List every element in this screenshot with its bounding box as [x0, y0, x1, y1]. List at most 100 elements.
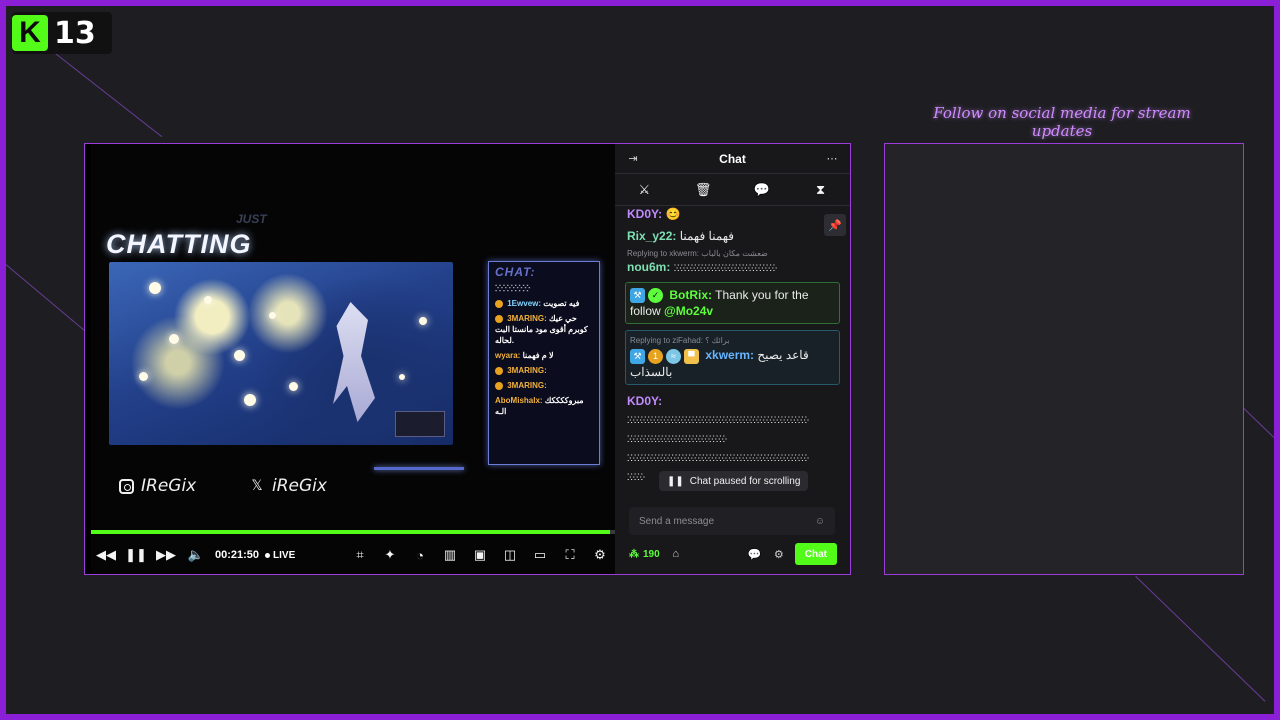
miniplayer-icon[interactable]: ◫	[495, 542, 525, 568]
chat-username[interactable]: xkwerm:	[705, 348, 754, 362]
chat-message: Rix_y22: فهمنا فهمنا	[627, 228, 838, 244]
follow-banner: Follow on social media for stream update…	[933, 104, 1191, 140]
chat-message-highlight: ⚒ ✓ BotRix: Thank you for the follow @Mo2…	[625, 282, 840, 325]
chat-mention[interactable]: @Mo24v	[664, 304, 713, 318]
rewind-icon[interactable]: ◀◀	[91, 542, 121, 568]
orb	[139, 372, 148, 381]
social-x: 𝕏 iReGix	[249, 476, 327, 496]
pause-icon[interactable]: ❚❚	[121, 542, 151, 568]
clip-icon[interactable]: ⌗	[345, 542, 375, 568]
chat-message: KD0Y:	[627, 393, 838, 409]
anime-figure	[333, 302, 375, 422]
orb	[149, 282, 161, 294]
chat-message-highlight: Replying to ziFahad: برائك ؟ ⚒ 1 ≈ ▀ xkwerm…	[625, 330, 840, 385]
reply-context: Replying to xkwerm: ضعشت مكان بالباب	[627, 249, 768, 258]
orb	[244, 394, 256, 406]
hourglass-icon[interactable]: ⧗	[808, 179, 834, 201]
chat-panel: ⇥ Chat ⋯ ⚔ 🗑 💬 ⧗ KD0Y: 😊 Rix_y22: فهمنا …	[615, 144, 850, 574]
emoji-picker-icon[interactable]: ☺	[815, 516, 825, 527]
stream-artwork	[109, 262, 453, 445]
chat-username[interactable]: BotRix:	[669, 288, 712, 302]
chat-message: nou6m: ⴾⴾⴾⴾⴾⴾⴾⴾⴾⴾⴾⴾⴾⴾⴾⴾⴾⴾⴾⴾⴾⴾⴾⴾⴾⴾⴾⴾⴾⴾ	[627, 259, 838, 276]
trash-icon[interactable]: 🗑	[690, 179, 716, 201]
kick-logo-icon: K	[12, 15, 48, 51]
overlay-chat-user: wyara:	[495, 351, 521, 360]
overlay-chat-message: 3MARING:	[495, 380, 593, 391]
fullscreen-icon[interactable]: ⛶	[555, 542, 585, 568]
x-handle: iReGix	[272, 476, 327, 496]
send-chat-button[interactable]: Chat	[794, 543, 837, 565]
sparkle-icon[interactable]: ✦	[375, 542, 405, 568]
badge-icon	[495, 314, 503, 323]
chat-paused-notice[interactable]: ❚❚ Chat paused for scrolling	[659, 471, 809, 491]
video-player[interactable]: JUST CHATTING CHAT: ⴾⴾⴾⴾⴾⴾⴾⴾⴾ 1Ewvew: في…	[91, 144, 615, 574]
orb	[234, 350, 245, 361]
reply-context: Replying to ziFahad: برائك ؟	[630, 336, 730, 346]
moderator-badge-icon: ⚒	[630, 288, 645, 304]
overlay-chat-text: فيه تصويت	[543, 299, 580, 308]
more-options-icon[interactable]: ⋯	[824, 152, 840, 165]
overlay-chat-box: CHAT: ⴾⴾⴾⴾⴾⴾⴾⴾⴾ 1Ewvew: فيه تصويت 3MARIN…	[488, 261, 600, 465]
paused-label: Chat paused for scrolling	[689, 475, 801, 487]
stream-window: JUST CHATTING CHAT: ⴾⴾⴾⴾⴾⴾⴾⴾⴾ 1Ewvew: في…	[84, 143, 851, 575]
sword-icon[interactable]: ⚔	[631, 179, 657, 201]
pause-small-icon: ❚❚	[667, 475, 684, 487]
chat-username[interactable]: Rix_y22:	[627, 229, 676, 243]
decor-line	[43, 44, 163, 138]
forward-icon[interactable]: ▶▶	[151, 542, 181, 568]
message-input[interactable]: Send a message ☺	[629, 507, 835, 535]
pin-icon[interactable]: 📌	[824, 214, 846, 236]
mod-toolbar: ⚔ 🗑 💬 ⧗	[615, 174, 850, 206]
overlay-chat-text: لا م فهمنا	[522, 351, 554, 360]
settings-gear-icon[interactable]: ⚙	[585, 542, 615, 568]
live-label: LIVE	[273, 549, 296, 561]
chat-username[interactable]: KD0Y:	[627, 207, 662, 221]
og-badge-icon: ≈	[666, 348, 681, 364]
chat-message: ⚒ 1 ≈ ▀ xkwerm: قاعد يصيح بالسذاب	[630, 347, 835, 379]
mini-screenshot	[395, 411, 445, 437]
badge-icon	[495, 381, 503, 390]
chat-username[interactable]: nou6m:	[627, 260, 670, 274]
stats-icon[interactable]: ▥	[435, 542, 465, 568]
message-input-placeholder: Send a message	[639, 515, 715, 527]
orb	[419, 317, 427, 325]
collapse-chat-icon[interactable]: ⇥	[625, 152, 641, 165]
subscriber-badge-icon: 1	[648, 348, 663, 364]
badge-icon	[495, 366, 503, 375]
overlay-chat-user: AboMishalx:	[495, 396, 543, 405]
overlay-chat-message: wyara: لا م فهمنا	[495, 350, 593, 361]
player-controls: ◀◀ ❚❚ ▶▶ 🔈 00:21:50 LIVE ⌗ ✦ ◔ ▥ ▣ ◫ ▭ ⛶…	[91, 540, 615, 570]
points-value: 190	[643, 548, 660, 560]
instagram-handle: IReGix	[141, 476, 197, 496]
overlay-chat-message: ⴾⴾⴾⴾⴾⴾⴾⴾⴾ	[495, 283, 593, 294]
channel-logo: K 13	[12, 12, 112, 54]
progress-bar[interactable]	[91, 530, 615, 534]
overlay-chat-message: 3MARING: حي عيك كوبرم أقوى مود مانستا ال…	[495, 313, 593, 346]
store-icon[interactable]: ⌂	[668, 548, 684, 560]
chat-username[interactable]: KD0Y:	[627, 394, 662, 408]
live-dot-icon	[265, 552, 271, 558]
orb	[399, 374, 405, 380]
orb	[169, 334, 179, 344]
overlay-chat-text: ⴾⴾⴾⴾⴾⴾⴾⴾⴾ	[495, 284, 531, 293]
volume-icon[interactable]: 🔈	[181, 542, 211, 568]
chat-settings-icon[interactable]: ⚙	[771, 548, 787, 561]
chat-message: ⚒ ✓ BotRix: Thank you for the follow @Mo2…	[630, 287, 835, 319]
decor-line	[1135, 576, 1266, 702]
channel-points[interactable]: ⁂ 190	[629, 549, 660, 560]
emoji-icon: 😊	[665, 207, 681, 221]
chat-bubble-icon[interactable]: 💬	[749, 179, 775, 201]
moderator-badge-icon: ⚒	[630, 348, 645, 364]
rewind-live-icon[interactable]: ◔	[405, 542, 435, 568]
overlay-chat-user: 3MARING:	[507, 314, 547, 323]
chat-text: فهمنا فهمنا	[679, 229, 735, 243]
chat-text: ⴾⴾⴾⴾⴾⴾⴾⴾⴾⴾⴾⴾⴾⴾⴾⴾⴾⴾⴾⴾⴾⴾⴾⴾⴾⴾⴾⴾⴾⴾ	[673, 263, 777, 273]
theater-icon[interactable]: ▭	[525, 542, 555, 568]
orb	[269, 312, 276, 319]
verified-badge-icon: ✓	[648, 288, 663, 304]
gift-badge-icon: ▀	[684, 348, 699, 364]
overlay-chat-user: 3MARING:	[507, 366, 547, 375]
chat-rules-icon[interactable]: 💬	[747, 548, 763, 561]
chat-title: Chat	[719, 151, 746, 166]
pip-icon[interactable]: ▣	[465, 542, 495, 568]
